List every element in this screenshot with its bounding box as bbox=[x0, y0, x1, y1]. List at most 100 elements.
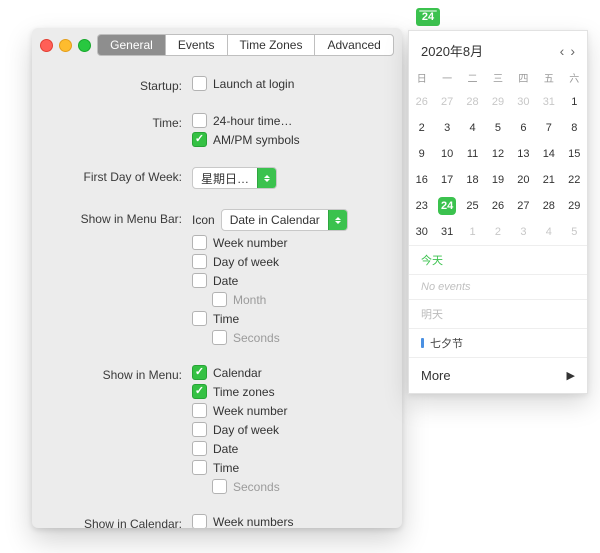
zoom-icon[interactable] bbox=[78, 39, 91, 52]
preferences-window: General Events Time Zones Advanced Start… bbox=[32, 28, 402, 528]
prev-month-button[interactable]: ‹ bbox=[560, 43, 565, 59]
calendar-day[interactable]: 1 bbox=[562, 89, 587, 115]
check-label: Seconds bbox=[233, 480, 280, 494]
check-m-day-of-week[interactable]: Day of week bbox=[192, 422, 384, 437]
check-mb-time[interactable]: Time bbox=[192, 311, 384, 326]
calendar-day[interactable]: 31 bbox=[434, 219, 459, 245]
checkbox-icon bbox=[192, 422, 207, 437]
calendar-day[interactable]: 1 bbox=[460, 219, 485, 245]
menubar-calendar-icon[interactable]: 24 bbox=[416, 8, 440, 26]
calendar-day[interactable]: 12 bbox=[485, 141, 510, 167]
weekday-label: 日 bbox=[409, 66, 434, 89]
calendar-day[interactable]: 6 bbox=[511, 115, 536, 141]
calendar-day[interactable]: 4 bbox=[536, 219, 561, 245]
checkbox-icon bbox=[212, 292, 227, 307]
label-startup: Startup: bbox=[32, 76, 182, 93]
event-color-bar bbox=[421, 338, 424, 348]
calendar-day[interactable]: 22 bbox=[562, 167, 587, 193]
tab-general[interactable]: General bbox=[97, 34, 165, 56]
weekday-label: 一 bbox=[434, 66, 459, 89]
check-label: Time bbox=[213, 312, 239, 326]
close-icon[interactable] bbox=[40, 39, 53, 52]
calendar-day[interactable]: 28 bbox=[460, 89, 485, 115]
checkbox-icon bbox=[192, 76, 207, 91]
calendar-day[interactable]: 17 bbox=[434, 167, 459, 193]
check-label: Day of week bbox=[213, 423, 279, 437]
check-launch-at-login[interactable]: Launch at login bbox=[192, 76, 384, 91]
calendar-day[interactable]: 5 bbox=[562, 219, 587, 245]
calendar-day[interactable]: 7 bbox=[536, 115, 561, 141]
checkbox-icon bbox=[192, 132, 207, 147]
calendar-day[interactable]: 26 bbox=[409, 89, 434, 115]
calendar-day[interactable]: 19 bbox=[485, 167, 510, 193]
traffic-lights bbox=[40, 39, 91, 52]
select-value: 星期日… bbox=[193, 168, 257, 188]
check-m-calendar[interactable]: Calendar bbox=[192, 365, 384, 380]
calendar-day[interactable]: 13 bbox=[511, 141, 536, 167]
check-24-hour[interactable]: 24-hour time… bbox=[192, 113, 384, 128]
check-label: Week number bbox=[213, 236, 287, 250]
check-m-time[interactable]: Time bbox=[192, 460, 384, 475]
check-label: Date bbox=[213, 442, 238, 456]
tab-advanced[interactable]: Advanced bbox=[314, 34, 393, 56]
calendar-day[interactable]: 23 bbox=[409, 193, 434, 219]
more-button[interactable]: More ▶ bbox=[409, 357, 587, 393]
check-label: Time bbox=[213, 461, 239, 475]
calendar-day[interactable]: 14 bbox=[536, 141, 561, 167]
select-first-day[interactable]: 星期日… bbox=[192, 167, 277, 189]
label-menu: Show in Menu: bbox=[32, 365, 182, 382]
play-icon: ▶ bbox=[567, 369, 575, 382]
check-label: Launch at login bbox=[213, 77, 294, 91]
check-mb-day-of-week[interactable]: Day of week bbox=[192, 254, 384, 269]
calendar-day[interactable]: 27 bbox=[511, 193, 536, 219]
calendar-day[interactable]: 21 bbox=[536, 167, 561, 193]
calendar-day[interactable]: 2 bbox=[485, 219, 510, 245]
event-item[interactable]: 七夕节 bbox=[409, 328, 587, 357]
tab-events[interactable]: Events bbox=[165, 34, 227, 56]
calendar-day[interactable]: 10 bbox=[434, 141, 459, 167]
calendar-day[interactable]: 9 bbox=[409, 141, 434, 167]
checkbox-icon bbox=[192, 235, 207, 250]
check-m-time-zones[interactable]: Time zones bbox=[192, 384, 384, 399]
calendar-day[interactable]: 29 bbox=[485, 89, 510, 115]
check-m-week-number[interactable]: Week number bbox=[192, 403, 384, 418]
calendar-day[interactable]: 5 bbox=[485, 115, 510, 141]
calendar-day[interactable]: 30 bbox=[511, 89, 536, 115]
calendar-day[interactable]: 4 bbox=[460, 115, 485, 141]
calendar-day[interactable]: 30 bbox=[409, 219, 434, 245]
calendar-day[interactable]: 3 bbox=[434, 115, 459, 141]
check-label: Time zones bbox=[213, 385, 275, 399]
calendar-day[interactable]: 15 bbox=[562, 141, 587, 167]
calendar-day[interactable]: 11 bbox=[460, 141, 485, 167]
calendar-day[interactable]: 16 bbox=[409, 167, 434, 193]
next-month-button[interactable]: › bbox=[570, 43, 575, 59]
check-m-date[interactable]: Date bbox=[192, 441, 384, 456]
calendar-day[interactable]: 26 bbox=[485, 193, 510, 219]
calendar-day[interactable]: 29 bbox=[562, 193, 587, 219]
check-label: Month bbox=[233, 293, 266, 307]
calendar-day[interactable]: 24 bbox=[434, 193, 459, 219]
check-mb-date[interactable]: Date bbox=[192, 273, 384, 288]
calendar-day[interactable]: 3 bbox=[511, 219, 536, 245]
check-mb-seconds[interactable]: Seconds bbox=[212, 330, 384, 345]
check-m-seconds[interactable]: Seconds bbox=[212, 479, 384, 494]
calendar-day[interactable]: 8 bbox=[562, 115, 587, 141]
check-ampm[interactable]: AM/PM symbols bbox=[192, 132, 384, 147]
calendar-day[interactable]: 28 bbox=[536, 193, 561, 219]
tab-time-zones[interactable]: Time Zones bbox=[227, 34, 315, 56]
calendar-day[interactable]: 27 bbox=[434, 89, 459, 115]
check-mb-month[interactable]: Month bbox=[212, 292, 384, 307]
calendar-day[interactable]: 20 bbox=[511, 167, 536, 193]
calendar-day[interactable]: 25 bbox=[460, 193, 485, 219]
minimize-icon[interactable] bbox=[59, 39, 72, 52]
check-label: AM/PM symbols bbox=[213, 133, 300, 147]
select-value: Date in Calendar bbox=[222, 210, 328, 230]
label-menu-bar: Show in Menu Bar: bbox=[32, 209, 182, 226]
calendar-day[interactable]: 18 bbox=[460, 167, 485, 193]
calendar-day[interactable]: 31 bbox=[536, 89, 561, 115]
check-cal-week-numbers[interactable]: Week numbers bbox=[192, 514, 384, 528]
titlebar: General Events Time Zones Advanced bbox=[32, 28, 402, 62]
check-mb-week-number[interactable]: Week number bbox=[192, 235, 384, 250]
calendar-day[interactable]: 2 bbox=[409, 115, 434, 141]
select-menubar-icon[interactable]: Date in Calendar bbox=[221, 209, 348, 231]
